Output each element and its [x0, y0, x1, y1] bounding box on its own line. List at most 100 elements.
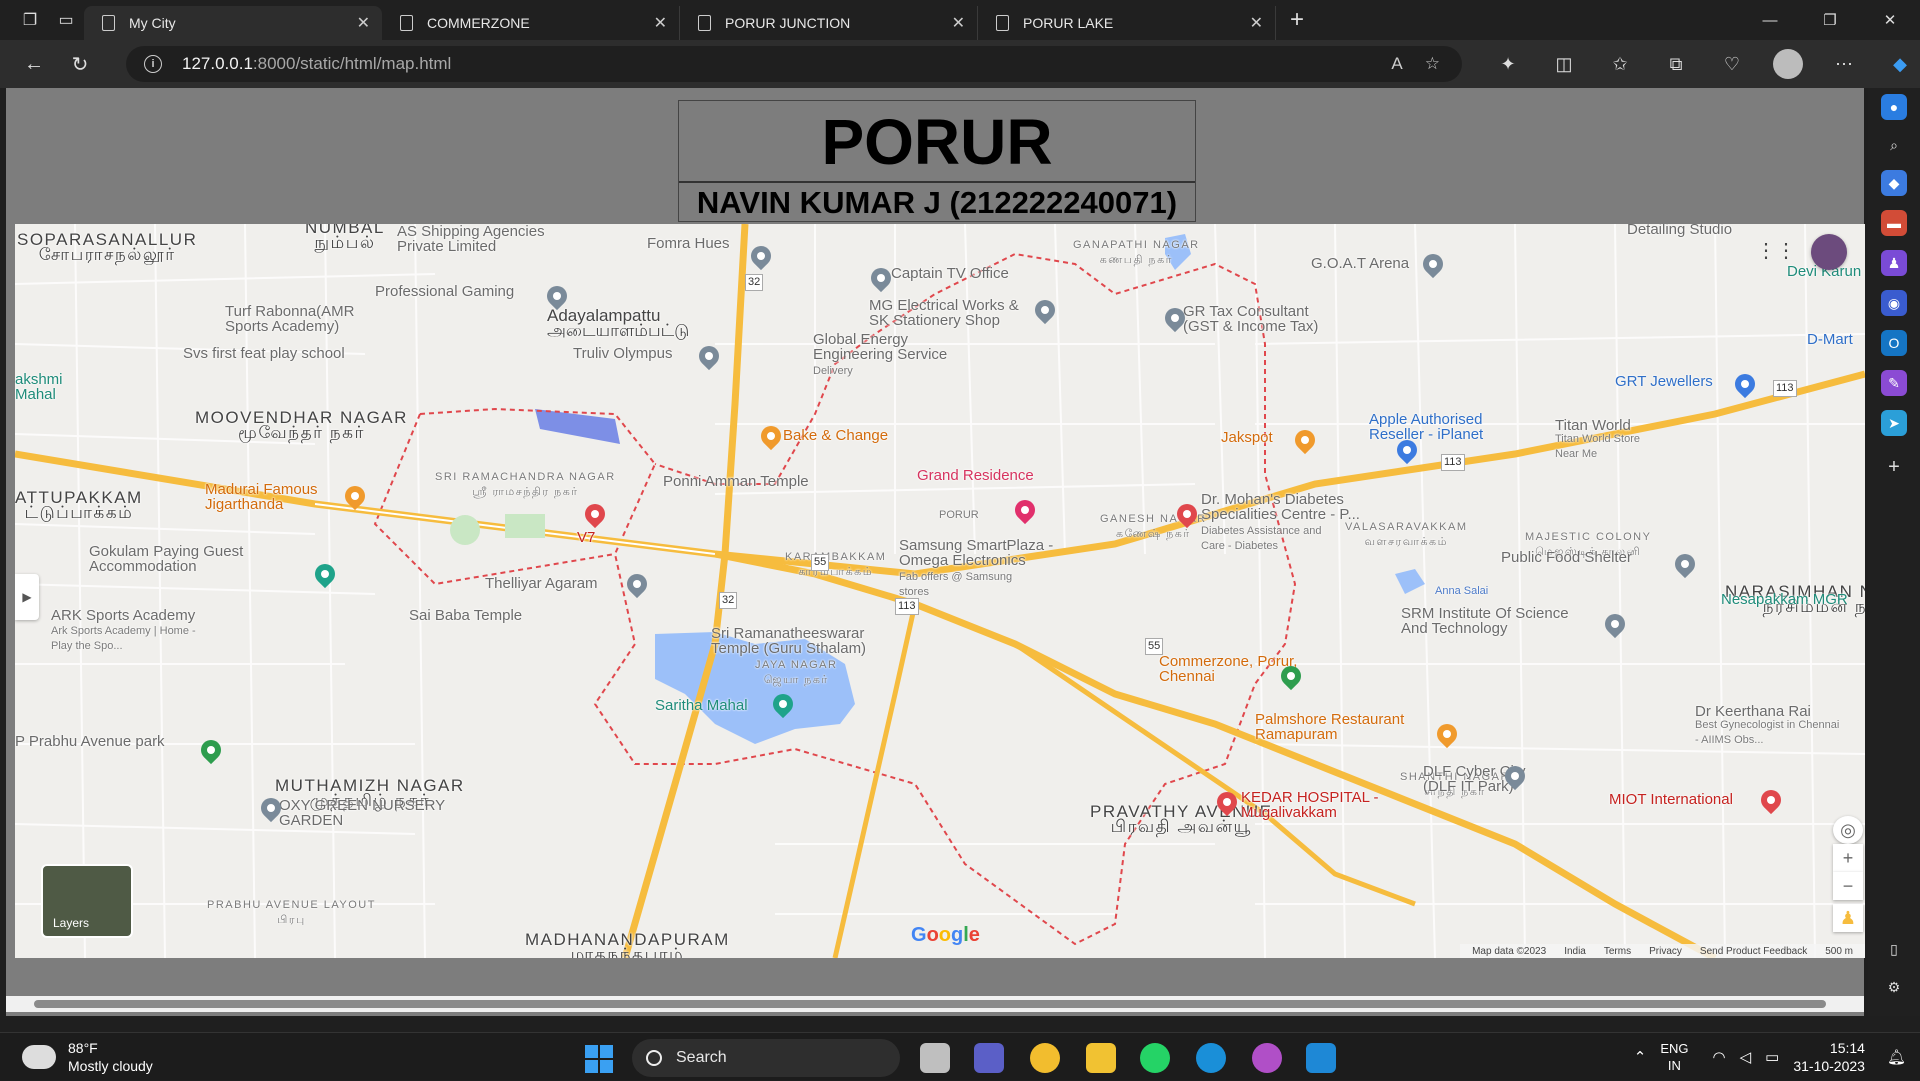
close-tab-icon[interactable]: ✕ [952, 13, 965, 33]
tab-porur-lake[interactable]: PORUR LAKE ✕ [978, 6, 1276, 40]
poi-label[interactable]: Ponni Amman Temple [663, 474, 809, 489]
layers-button[interactable]: Layers [41, 864, 133, 938]
collections-icon[interactable]: ⧉ [1648, 54, 1704, 75]
vscode-icon[interactable] [1306, 1043, 1336, 1073]
poi-label[interactable]: Detailing Studio [1627, 224, 1732, 237]
app-icon[interactable] [1252, 1043, 1282, 1073]
add-icon[interactable]: + [1881, 454, 1907, 480]
close-window-icon[interactable]: ✕ [1860, 0, 1920, 40]
poi-label[interactable]: Madurai Famous Jigarthanda [205, 482, 365, 512]
tab-my-city[interactable]: My City ✕ [84, 6, 382, 40]
battery-icon[interactable]: ▭ [1765, 1048, 1779, 1066]
refresh-icon[interactable]: ↻ [60, 44, 100, 84]
my-location-icon[interactable]: ◎ [1833, 816, 1863, 844]
scrollbar-thumb[interactable] [34, 1000, 1826, 1008]
poi-label[interactable]: G.O.A.T Arena [1311, 256, 1409, 271]
back-arrow-icon[interactable]: ← [14, 44, 54, 84]
street-view-pegman-icon[interactable]: ♟ [1833, 904, 1863, 932]
poi-label[interactable]: Bake & Change [783, 428, 888, 443]
poi-label[interactable]: Grand Residence [917, 468, 1034, 483]
poi-label[interactable]: Dr Keerthana Rai [1695, 704, 1811, 719]
teams-icon[interactable] [974, 1043, 1004, 1073]
chevron-up-icon[interactable]: ⌃ [1634, 1048, 1647, 1066]
extensions-icon[interactable]: ✦ [1480, 54, 1536, 75]
poi-label[interactable]: AS Shipping Agencies Private Limited [397, 224, 577, 254]
language-indicator[interactable]: ENG IN [1660, 1040, 1688, 1074]
tab-commerzone[interactable]: COMMERZONE ✕ [382, 6, 680, 40]
poi-label[interactable]: Gokulam Paying Guest Accommodation [89, 544, 289, 574]
poi-label[interactable]: GRT Jewellers [1615, 374, 1713, 389]
poi-label[interactable]: Captain TV Office [891, 266, 1009, 281]
tab-actions-icon[interactable]: ▭ [48, 2, 84, 38]
attribution-country[interactable]: India [1564, 946, 1586, 957]
poi-label[interactable]: Professional Gaming [375, 284, 514, 299]
poi-label[interactable]: Truliv Olympus [573, 346, 672, 361]
poi-label[interactable]: Public Food Shelter [1501, 550, 1632, 565]
attribution-feedback[interactable]: Send Product Feedback [1700, 946, 1807, 957]
search-icon[interactable]: ⌕ [1881, 132, 1907, 158]
poi-label[interactable]: Sri Ramanatheeswarar Temple (Guru Sthala… [711, 626, 891, 656]
poi-label[interactable]: Jakspot [1221, 430, 1273, 445]
attribution-terms[interactable]: Terms [1604, 946, 1631, 957]
more-menu-icon[interactable]: ⋯ [1816, 54, 1872, 75]
start-windows-icon[interactable] [585, 1045, 613, 1073]
toolbox-icon[interactable]: ▬ [1881, 210, 1907, 236]
tab-porur-junction[interactable]: PORUR JUNCTION ✕ [680, 6, 978, 40]
poi-label[interactable]: D-Mart [1807, 332, 1853, 347]
poi-label[interactable]: Samsung SmartPlaza - Omega Electronics [899, 538, 1079, 568]
google-map[interactable]: SOPARASANALLUR சோபராசநல்லூர் NUMBAL நும்பல… [15, 224, 1865, 958]
poi-label[interactable]: Turf Rabonna(AMR Sports Academy) [225, 304, 385, 334]
poi-label[interactable]: Dr. Mohan's Diabetes Specialities Centre… [1201, 492, 1371, 522]
chrome-icon[interactable] [1030, 1043, 1060, 1073]
wifi-icon[interactable]: ◠ [1713, 1048, 1726, 1066]
weather-widget[interactable]: 88°F Mostly cloudy [20, 1039, 153, 1075]
sidebar-toggle-icon[interactable]: ▯ [1881, 936, 1907, 962]
poi-label[interactable]: Nesapakkam MGR [1721, 592, 1848, 607]
poi-label[interactable]: Titan World [1555, 418, 1631, 433]
restore-icon[interactable]: ❐ [1800, 0, 1860, 40]
poi-label[interactable]: V7 [577, 530, 595, 545]
poi-label[interactable]: Saritha Mahal [655, 698, 748, 713]
favorite-star-icon[interactable]: ☆ [1425, 54, 1440, 74]
poi-label[interactable]: Thelliyar Agaram [485, 576, 598, 591]
horizontal-scrollbar[interactable] [6, 996, 1864, 1012]
speaker-muted-icon[interactable]: ◁ [1740, 1048, 1752, 1066]
favorites-icon[interactable]: ✩ [1592, 54, 1648, 75]
user-avatar[interactable] [1811, 234, 1847, 270]
close-tab-icon[interactable]: ✕ [1250, 13, 1263, 33]
poi-label[interactable]: akshmi Mahal [15, 372, 75, 402]
bell-icon[interactable]: ● [1881, 94, 1907, 120]
copilot-icon[interactable]: ◆ [1872, 54, 1920, 75]
copilot-sidebar-icon[interactable]: ◉ [1881, 290, 1907, 316]
poi-label[interactable]: MIOT International [1609, 792, 1733, 807]
profile-avatar[interactable] [1773, 49, 1803, 79]
poi-label[interactable]: Global Energy Engineering Service [813, 332, 973, 362]
site-info-icon[interactable]: i [144, 55, 162, 73]
games-icon[interactable]: ♟ [1881, 250, 1907, 276]
poi-label[interactable]: MG Electrical Works & SK Stationery Shop [869, 298, 1039, 328]
place-label[interactable]: Adayalampattu அடையாளம்பட்டு [547, 307, 689, 339]
task-view-icon[interactable] [920, 1043, 950, 1073]
poi-label[interactable]: SRM Institute Of Science And Technology [1401, 606, 1591, 636]
send-icon[interactable]: ➤ [1881, 410, 1907, 436]
notification-bell-icon[interactable]: 🔔︎ [1887, 1048, 1906, 1066]
split-screen-icon[interactable]: ◫ [1536, 54, 1592, 75]
poi-label[interactable]: Svs first feat play school [183, 346, 345, 361]
outlook-icon[interactable]: O [1881, 330, 1907, 356]
settings-gear-icon[interactable]: ⚙ [1881, 974, 1907, 1000]
minimize-icon[interactable]: — [1740, 0, 1800, 40]
poi-label[interactable]: Sai Baba Temple [409, 608, 522, 623]
new-tab-icon[interactable]: + [1290, 6, 1304, 34]
whatsapp-icon[interactable] [1140, 1043, 1170, 1073]
poi-label[interactable]: ARK Sports Academy [51, 608, 195, 623]
poi-label[interactable]: Fomra Hues [647, 236, 730, 251]
map-scale[interactable]: 500 m [1825, 946, 1853, 957]
poi-label[interactable]: Apple Authorised Reseller - iPlanet [1369, 412, 1519, 442]
attribution-privacy[interactable]: Privacy [1649, 946, 1682, 957]
edge-icon[interactable] [1196, 1043, 1226, 1073]
file-explorer-icon[interactable] [1086, 1043, 1116, 1073]
workspaces-icon[interactable]: ❐ [12, 2, 48, 38]
clock[interactable]: 15:14 31-10-2023 [1793, 1039, 1865, 1075]
zoom-in-button[interactable]: + [1833, 844, 1863, 872]
designer-icon[interactable]: ✎ [1881, 370, 1907, 396]
